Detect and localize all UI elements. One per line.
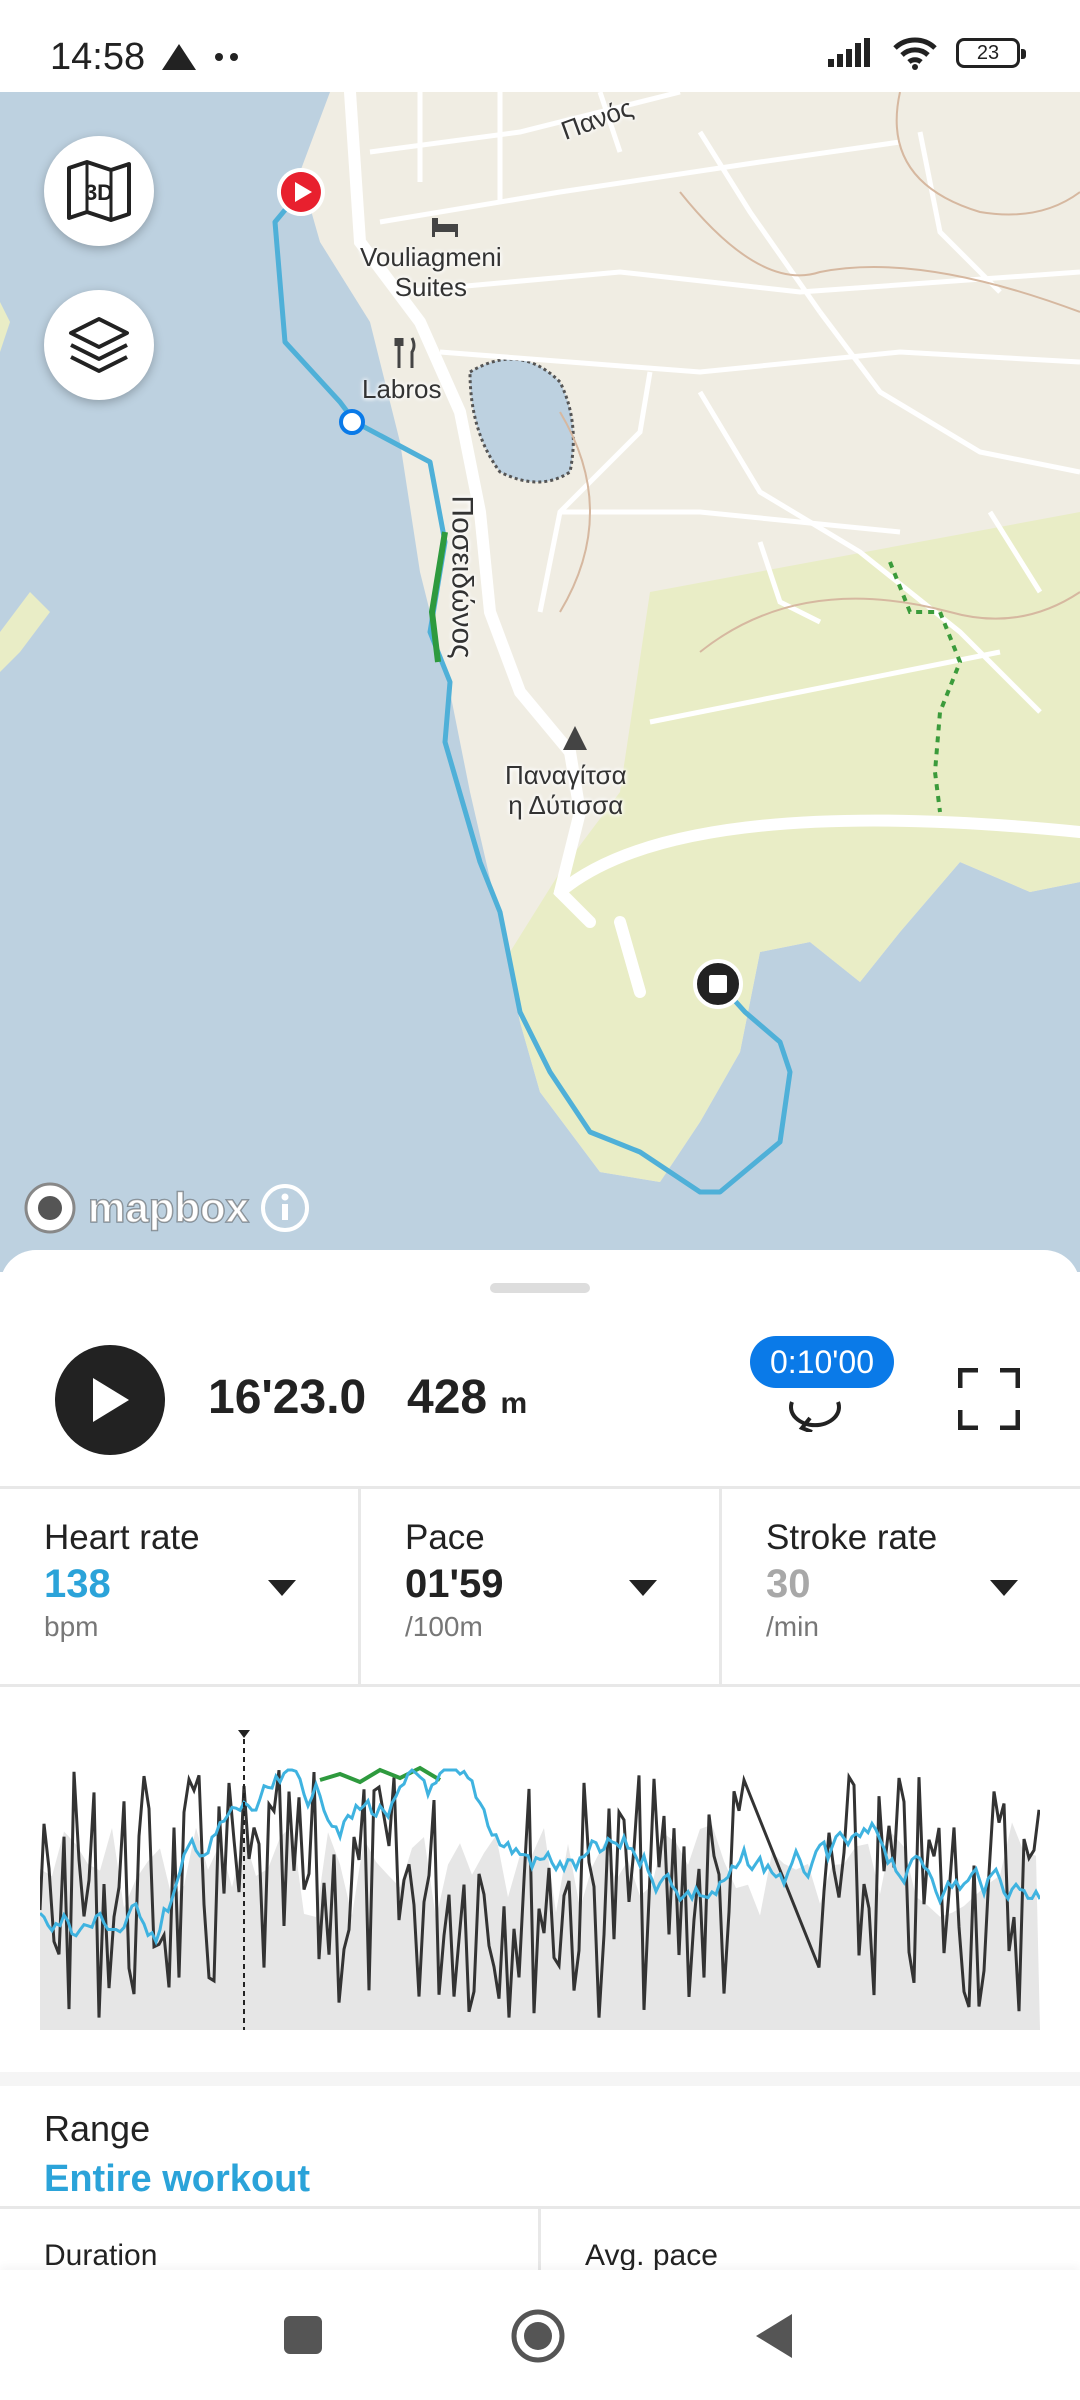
wifi-icon bbox=[893, 37, 937, 70]
more-notifications-icon bbox=[215, 53, 238, 61]
distance-unit: m bbox=[500, 1387, 528, 1420]
interval-badge[interactable]: 0:10'00 bbox=[750, 1336, 894, 1388]
distance-value: 428 bbox=[407, 1371, 488, 1424]
mapbox-wordmark: mapbox bbox=[87, 1183, 250, 1232]
metric-pace[interactable]: Pace 01'59 /100m bbox=[361, 1488, 722, 1684]
map-label-church-line2: η Δύτισσα bbox=[508, 790, 624, 820]
map-label-hotel-line1: Vouliagmeni bbox=[360, 242, 502, 272]
status-bar: 14:58 23 bbox=[0, 0, 1080, 92]
metric-label: Stroke rate bbox=[766, 1518, 938, 1557]
metric-label: Heart rate bbox=[44, 1518, 200, 1557]
metric-label: Pace bbox=[405, 1518, 485, 1557]
workout-sheet: 16'23.0 428 m 0:10'00 Heart rate 138 bpm… bbox=[0, 1250, 1080, 2281]
finish-marker-icon[interactable] bbox=[692, 958, 744, 1010]
workout-duration: 16'23.0 bbox=[208, 1371, 367, 1424]
sheet-drag-handle[interactable] bbox=[490, 1283, 590, 1293]
workout-graph[interactable] bbox=[40, 1730, 1040, 2030]
map-label-church: Παναγίτσα η Δύτισσα bbox=[505, 760, 627, 820]
hotel-icon bbox=[432, 218, 458, 237]
metric-unit: bpm bbox=[44, 1611, 99, 1642]
3d-label: 3D bbox=[85, 180, 113, 205]
fullscreen-icon[interactable] bbox=[958, 1368, 1020, 1430]
play-icon bbox=[93, 1378, 129, 1422]
dropdown-caret-icon[interactable] bbox=[990, 1580, 1018, 1596]
church-icon bbox=[563, 726, 587, 750]
summary-stats-row: Duration Avg. pace bbox=[0, 2206, 1080, 2281]
start-marker-icon[interactable] bbox=[276, 168, 326, 226]
metric-value: 138 bbox=[44, 1562, 111, 1606]
signal-icon bbox=[828, 38, 870, 67]
map-label-church-line1: Παναγίτσα bbox=[505, 760, 627, 790]
metrics-row: Heart rate 138 bpm Pace 01'59 /100m Stro… bbox=[0, 1488, 1080, 1684]
metric-stroke-rate[interactable]: Stroke rate 30 /min bbox=[722, 1488, 1080, 1684]
metric-heart-rate[interactable]: Heart rate 138 bpm bbox=[0, 1488, 361, 1684]
map-layers-button[interactable] bbox=[44, 290, 154, 400]
dropdown-caret-icon[interactable] bbox=[629, 1580, 657, 1596]
navigation-arrow-icon bbox=[162, 44, 196, 70]
map-label-road: Ποσειδώνος bbox=[445, 495, 479, 659]
workout-distance: 428 m bbox=[407, 1370, 527, 1425]
range-selector[interactable]: Range Entire workout bbox=[0, 2072, 1080, 2206]
mapbox-attribution[interactable]: mapbox bbox=[22, 1180, 311, 1236]
range-label: Range bbox=[44, 2108, 151, 2149]
avg-pace-label: Avg. pace bbox=[585, 2239, 718, 2272]
map-label-hotel-line2: Suites bbox=[394, 272, 467, 302]
metric-value: 01'59 bbox=[405, 1562, 504, 1606]
duration-label: Duration bbox=[44, 2239, 158, 2272]
dropdown-caret-icon[interactable] bbox=[268, 1580, 296, 1596]
metric-value: 30 bbox=[766, 1562, 811, 1606]
play-button[interactable] bbox=[55, 1345, 165, 1455]
info-icon[interactable] bbox=[259, 1182, 311, 1234]
layers-icon bbox=[69, 317, 129, 373]
battery-level: 23 bbox=[976, 41, 1000, 64]
divider bbox=[0, 1684, 1080, 1687]
metric-unit: /min bbox=[766, 1611, 819, 1642]
3d-view-button[interactable]: 3D bbox=[44, 136, 154, 246]
system-nav-bar bbox=[0, 2270, 1080, 2400]
range-value[interactable]: Entire workout bbox=[44, 2158, 310, 2201]
map-label-hotel: Vouliagmeni Suites bbox=[360, 242, 502, 302]
recents-icon[interactable] bbox=[282, 2314, 324, 2356]
route-map[interactable]: Πανός Vouliagmeni Suites Labros Ποσειδών… bbox=[0, 92, 1080, 1272]
status-time: 14:58 bbox=[50, 36, 146, 78]
repeat-icon[interactable] bbox=[784, 1388, 846, 1432]
3d-map-icon: 3D bbox=[67, 160, 131, 222]
battery-icon: 23 bbox=[956, 38, 1026, 68]
map-label-restaurant: Labros bbox=[362, 374, 442, 404]
metric-unit: /100m bbox=[405, 1611, 483, 1642]
mapbox-logo-icon bbox=[24, 1182, 76, 1234]
back-icon[interactable] bbox=[752, 2312, 796, 2360]
restaurant-icon bbox=[394, 337, 416, 368]
map-canvas bbox=[0, 92, 1080, 1195]
home-icon[interactable] bbox=[510, 2308, 566, 2364]
